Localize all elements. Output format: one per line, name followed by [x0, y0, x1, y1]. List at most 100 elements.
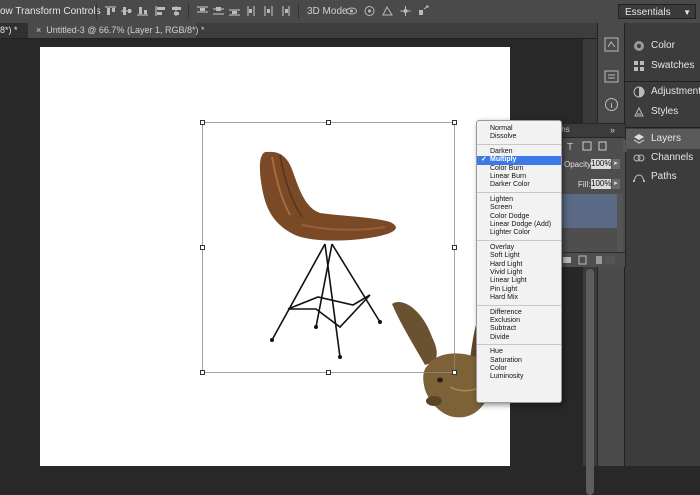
- distribute-bottom-icon[interactable]: [228, 5, 241, 17]
- distribute-top-icon[interactable]: [196, 5, 209, 17]
- svg-text:T: T: [567, 142, 573, 152]
- separator: [188, 4, 189, 19]
- distribute-horizontal-icon[interactable]: [262, 5, 275, 17]
- blend-mode-item-color-burn[interactable]: Color Burn: [477, 165, 561, 173]
- 3d-slide-icon[interactable]: [399, 5, 412, 17]
- menu-separator: [477, 344, 561, 346]
- blend-mode-menu: Normal Dissolve Darken Multiply ✓ Color Burn L…: [476, 120, 562, 403]
- menu-separator: [477, 239, 561, 241]
- layers-scrollbar[interactable]: [617, 194, 623, 252]
- channels-icon: [633, 154, 645, 162]
- panel-channels[interactable]: Channels: [625, 148, 700, 168]
- tab-previous-document[interactable]: 8*) *: [0, 23, 28, 38]
- blend-mode-item-color[interactable]: Color: [477, 365, 561, 373]
- right-panel-dock: Color Swatches Adjustments Styles Layers…: [624, 23, 700, 466]
- blend-mode-item-darken[interactable]: Darken: [477, 148, 561, 156]
- blend-mode-item-linear-dodge-add[interactable]: Linear Dodge (Add): [477, 221, 561, 229]
- transform-handle-middle-right[interactable]: [452, 245, 457, 250]
- panel-swatches[interactable]: Swatches: [625, 56, 700, 76]
- transform-handle-bottom-left[interactable]: [200, 370, 205, 375]
- panel-label: Color: [651, 40, 675, 51]
- info-icon[interactable]: [602, 95, 621, 114]
- panel-label: Adjustments: [651, 86, 700, 97]
- layers-icon: [633, 134, 645, 144]
- transform-handle-top-left[interactable]: [200, 120, 205, 125]
- blend-mode-item-saturation[interactable]: Saturation: [477, 357, 561, 365]
- blend-mode-item-color-dodge[interactable]: Color Dodge: [477, 213, 561, 221]
- opacity-input[interactable]: 100%: [591, 159, 611, 169]
- distribute-center-icon[interactable]: [212, 5, 225, 17]
- transform-handle-bottom-center[interactable]: [326, 370, 331, 375]
- panel-label: Paths: [651, 171, 677, 182]
- transform-handle-top-right[interactable]: [452, 120, 457, 125]
- panel-label: Styles: [651, 106, 679, 117]
- blend-mode-item-lighten[interactable]: Lighten: [477, 196, 561, 204]
- properties-icon[interactable]: [602, 67, 621, 86]
- styles-icon: [634, 106, 644, 117]
- blend-mode-item-normal[interactable]: Normal: [477, 125, 561, 133]
- show-transform-controls-checkbox[interactable]: ow Transform Controls: [0, 6, 101, 17]
- blend-mode-item-vivid-light[interactable]: Vivid Light: [477, 269, 561, 277]
- 3d-drag-icon[interactable]: [381, 5, 394, 17]
- blend-mode-item-pin-light[interactable]: Pin Light: [477, 286, 561, 294]
- blend-mode-item-luminosity[interactable]: Luminosity: [477, 373, 561, 381]
- blend-mode-item-hue[interactable]: Hue: [477, 348, 561, 356]
- collapse-icon[interactable]: »: [610, 125, 615, 135]
- distribute-left-icon[interactable]: [246, 5, 259, 17]
- blend-mode-item-dissolve[interactable]: Dissolve: [477, 133, 561, 141]
- close-icon[interactable]: ×: [36, 25, 41, 35]
- blend-mode-item-difference[interactable]: Difference: [477, 309, 561, 317]
- blend-mode-item-subtract[interactable]: Subtract: [477, 325, 561, 333]
- checkmark-icon: ✓: [481, 156, 487, 164]
- canvas-artwork: [202, 122, 496, 418]
- blend-mode-item-linear-light[interactable]: Linear Light: [477, 277, 561, 285]
- panel-adjustments[interactable]: Adjustments: [625, 82, 700, 102]
- align-top-edges-icon[interactable]: [104, 5, 117, 17]
- tab-label: Untitled-3 @ 66.7% (Layer 1, RGB/8*) *: [46, 25, 205, 35]
- transform-handle-middle-left[interactable]: [200, 245, 205, 250]
- blend-mode-item-divide[interactable]: Divide: [477, 334, 561, 342]
- workspace-switcher[interactable]: Essentials ▼: [618, 4, 696, 19]
- align-left-edges-icon[interactable]: [154, 5, 167, 17]
- history-icon[interactable]: [602, 35, 621, 54]
- 3d-mode-label: 3D Mode:: [307, 6, 351, 17]
- chevron-down-icon: ▼: [683, 8, 691, 17]
- blend-mode-item-lighter-color[interactable]: Lighter Color: [477, 229, 561, 237]
- fill-input[interactable]: 100%: [591, 179, 611, 189]
- swatches-icon: [634, 61, 644, 71]
- blend-mode-item-screen[interactable]: Screen: [477, 204, 561, 212]
- blend-mode-item-overlay[interactable]: Overlay: [477, 244, 561, 252]
- align-bottom-edges-icon[interactable]: [136, 5, 149, 17]
- panel-layers[interactable]: Layers: [625, 129, 700, 149]
- fill-label: Fill:: [578, 180, 591, 189]
- 3d-orbit-icon[interactable]: [345, 5, 358, 17]
- panel-color[interactable]: Color: [625, 36, 700, 56]
- panel-label: Swatches: [651, 60, 695, 71]
- 3d-roll-icon[interactable]: [363, 5, 376, 17]
- scrollbar-thumb[interactable]: [586, 269, 594, 495]
- blend-mode-item-hard-mix[interactable]: Hard Mix: [477, 294, 561, 302]
- menu-separator: [477, 143, 561, 145]
- chair-image[interactable]: [259, 151, 396, 359]
- transform-handle-top-center[interactable]: [326, 120, 331, 125]
- panel-paths[interactable]: Paths: [625, 167, 700, 187]
- layer-filter-icons: T: [567, 140, 627, 152]
- align-vertical-centers-icon[interactable]: [120, 5, 133, 17]
- 3d-scale-icon[interactable]: [417, 5, 430, 17]
- document-canvas[interactable]: [40, 47, 510, 466]
- blend-mode-item-multiply[interactable]: Multiply ✓: [477, 156, 561, 165]
- blend-mode-item-exclusion[interactable]: Exclusion: [477, 317, 561, 325]
- layers-panel-footer: [553, 252, 625, 267]
- tab-untitled-3[interactable]: × Untitled-3 @ 66.7% (Layer 1, RGB/8*) *: [28, 23, 204, 38]
- selected-layer-row[interactable]: [553, 194, 617, 228]
- opacity-dropdown-icon[interactable]: ▸: [612, 159, 620, 169]
- blend-mode-item-hard-light[interactable]: Hard Light: [477, 261, 561, 269]
- blend-mode-item-darker-color[interactable]: Darker Color: [477, 181, 561, 189]
- fill-dropdown-icon[interactable]: ▸: [612, 179, 620, 189]
- transform-handle-bottom-right[interactable]: [452, 370, 457, 375]
- blend-mode-item-linear-burn[interactable]: Linear Burn: [477, 173, 561, 181]
- distribute-right-icon[interactable]: [278, 5, 291, 17]
- align-horizontal-centers-icon[interactable]: [170, 5, 183, 17]
- panel-styles[interactable]: Styles: [625, 102, 700, 122]
- blend-mode-item-soft-light[interactable]: Soft Light: [477, 252, 561, 260]
